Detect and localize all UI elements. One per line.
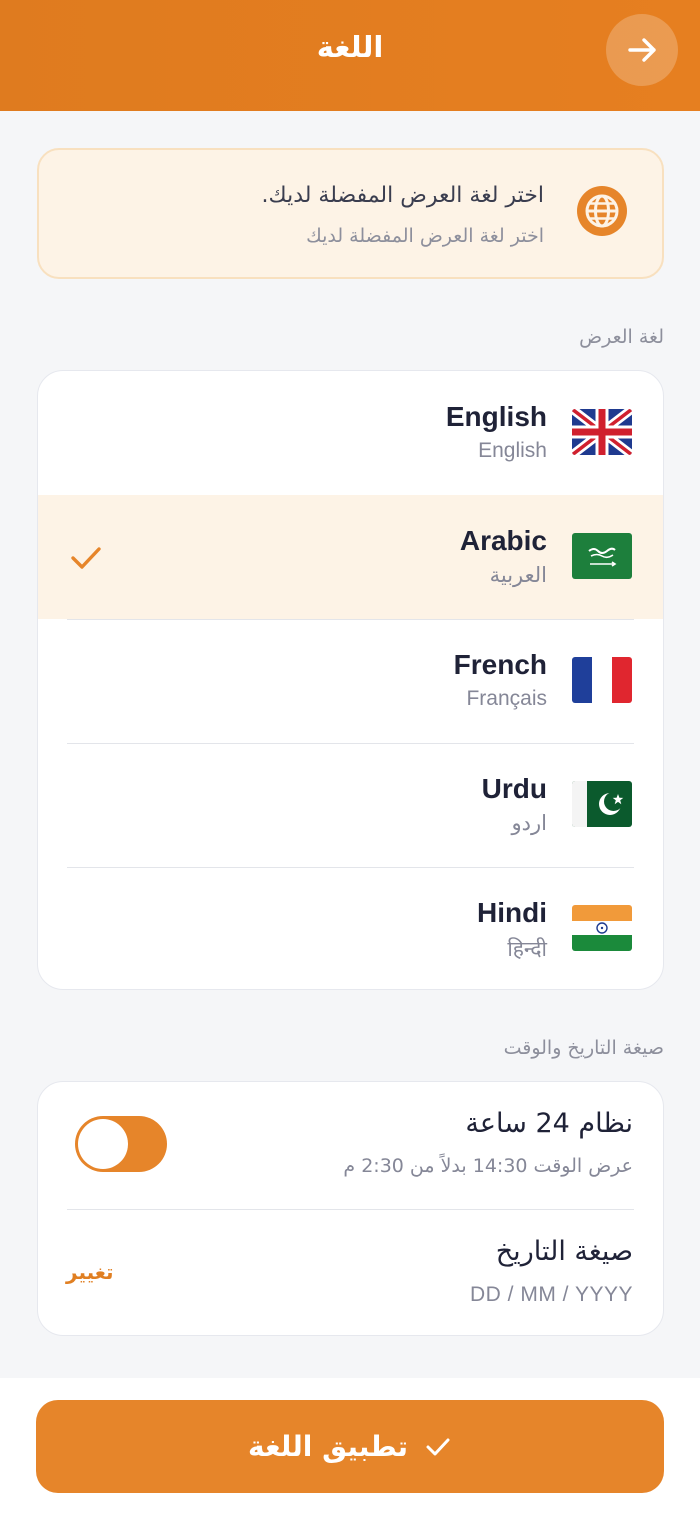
india-flag-icon bbox=[572, 905, 632, 951]
info-title: اختر لغة العرض المفضلة لديك. bbox=[261, 183, 544, 208]
info-card: اختر لغة العرض المفضلة لديك. اختر لغة ال… bbox=[37, 148, 664, 279]
arrow-right-icon bbox=[628, 38, 656, 62]
change-date-format-link[interactable]: تغيير bbox=[66, 1260, 114, 1284]
language-native-name: اردو bbox=[511, 812, 547, 835]
display-language-label: لغة العرض bbox=[579, 326, 664, 348]
check-icon bbox=[71, 547, 101, 569]
language-native-name: العربية bbox=[489, 564, 547, 587]
globe-icon bbox=[577, 186, 627, 236]
language-option-english[interactable]: English English bbox=[38, 371, 663, 495]
app-header: اللغة bbox=[0, 0, 700, 111]
datetime-section-label: صيغة التاريخ والوقت bbox=[503, 1037, 664, 1059]
date-format-title: صيغة التاريخ bbox=[495, 1236, 633, 1267]
clock24-title: نظام 24 ساعة bbox=[465, 1108, 633, 1139]
language-option-arabic[interactable]: Arabic العربية bbox=[38, 495, 663, 619]
language-option-urdu[interactable]: Urdu اردو bbox=[38, 743, 663, 867]
uk-flag-icon bbox=[572, 409, 632, 455]
language-option-french[interactable]: French Français bbox=[38, 619, 663, 743]
divider bbox=[67, 1209, 634, 1210]
language-name: Hindi bbox=[477, 897, 547, 928]
language-native-name: English bbox=[478, 439, 547, 462]
language-native-name: हिन्दी bbox=[507, 938, 547, 961]
back-button[interactable] bbox=[606, 14, 678, 86]
language-name: Urdu bbox=[481, 773, 547, 804]
language-name: Arabic bbox=[459, 525, 547, 556]
pakistan-flag-icon bbox=[572, 781, 632, 827]
page-title: اللغة bbox=[316, 30, 384, 64]
datetime-settings-card: نظام 24 ساعة عرض الوقت 14:30 بدلاً من 2:… bbox=[37, 1081, 664, 1336]
apply-label: تطبيق اللغة bbox=[248, 1430, 408, 1463]
language-name: English bbox=[445, 401, 547, 432]
language-native-name: Français bbox=[466, 687, 547, 710]
language-name: French bbox=[453, 649, 547, 680]
check-icon bbox=[426, 1438, 450, 1455]
clock24-toggle[interactable] bbox=[75, 1116, 167, 1172]
clock24-subtitle: عرض الوقت 14:30 بدلاً من 2:30 م bbox=[343, 1155, 633, 1177]
date-format-value: DD / MM / YYYY bbox=[470, 1283, 633, 1306]
footer-bar: تطبيق اللغة bbox=[0, 1378, 700, 1515]
saudi-flag-icon bbox=[572, 533, 632, 579]
toggle-knob bbox=[78, 1119, 128, 1169]
apply-language-button[interactable]: تطبيق اللغة bbox=[36, 1400, 664, 1493]
info-subtitle: اختر لغة العرض المفضلة لديك bbox=[306, 225, 544, 247]
france-flag-icon bbox=[572, 657, 632, 703]
language-option-hindi[interactable]: Hindi हिन्दी bbox=[38, 867, 663, 989]
language-list: English English Arabic العربية French Fr… bbox=[37, 370, 664, 990]
